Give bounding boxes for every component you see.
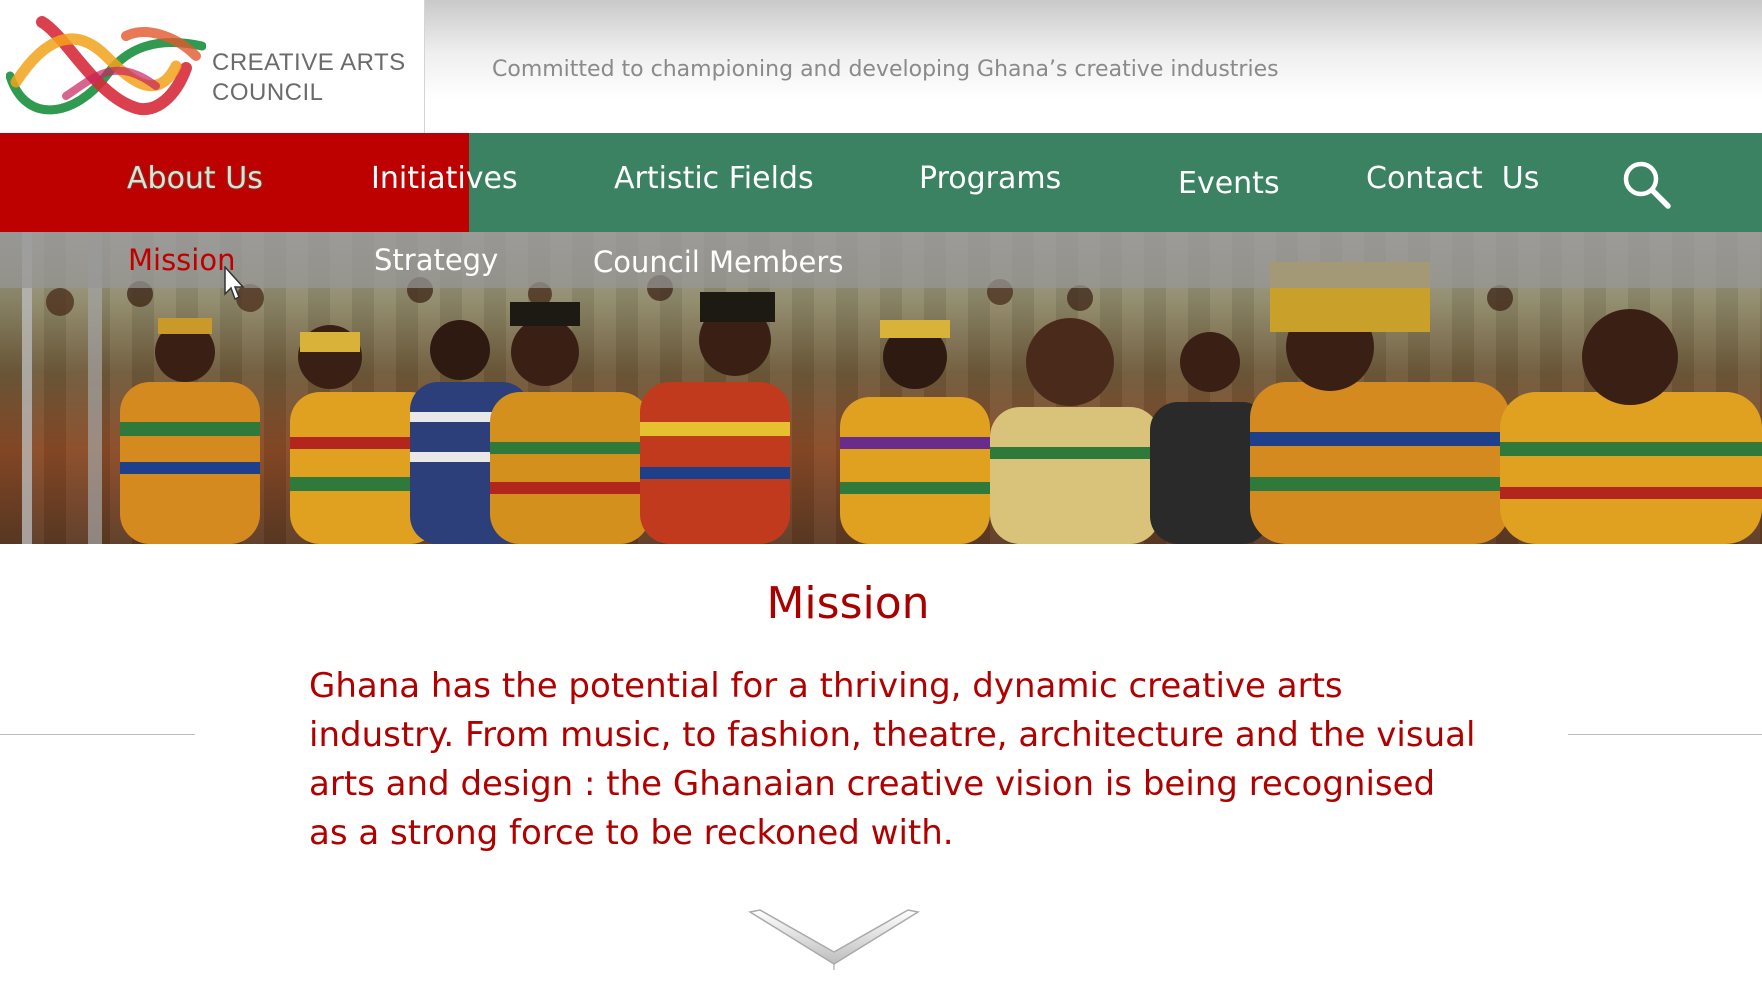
mouse-pointer-icon (224, 266, 245, 301)
sub-nav: Mission Strategy Council Members (0, 232, 1762, 288)
logo-link[interactable]: CREATIVE ARTS COUNCIL (0, 0, 425, 133)
main-nav: About Us Initiatives Artistic Fields Pro… (0, 133, 1762, 232)
nav-item-contact-us[interactable]: Contact Us (1366, 161, 1539, 196)
divider-right (1568, 734, 1762, 735)
search-icon[interactable] (1620, 158, 1672, 210)
mission-statement: Ghana has the potential for a thriving, … (309, 666, 1476, 853)
site-header: CREATIVE ARTS COUNCIL Committed to champ… (0, 0, 1762, 133)
chevron-down-icon[interactable] (748, 908, 920, 972)
nav-item-about-us[interactable]: About Us (127, 161, 263, 196)
subnav-item-council-members[interactable]: Council Members (593, 245, 843, 279)
nav-item-programs[interactable]: Programs (919, 161, 1061, 196)
nav-item-initiatives[interactable]: Initiatives (371, 161, 518, 196)
logo-line-1: CREATIVE ARTS (212, 49, 406, 76)
page-title: Mission (766, 578, 930, 629)
nav-item-artistic-fields[interactable]: Artistic Fields (614, 161, 814, 196)
logo-wordmark: CREATIVE ARTS COUNCIL (212, 48, 406, 108)
subnav-item-mission[interactable]: Mission (128, 243, 235, 277)
divider-left (0, 734, 195, 735)
subnav-item-strategy[interactable]: Strategy (374, 243, 498, 277)
creative-arts-council-logo-icon (6, 16, 206, 116)
logo-line-2: COUNCIL (212, 79, 324, 106)
site-tagline: Committed to championing and developing … (492, 57, 1279, 82)
nav-item-events[interactable]: Events (1178, 166, 1280, 201)
